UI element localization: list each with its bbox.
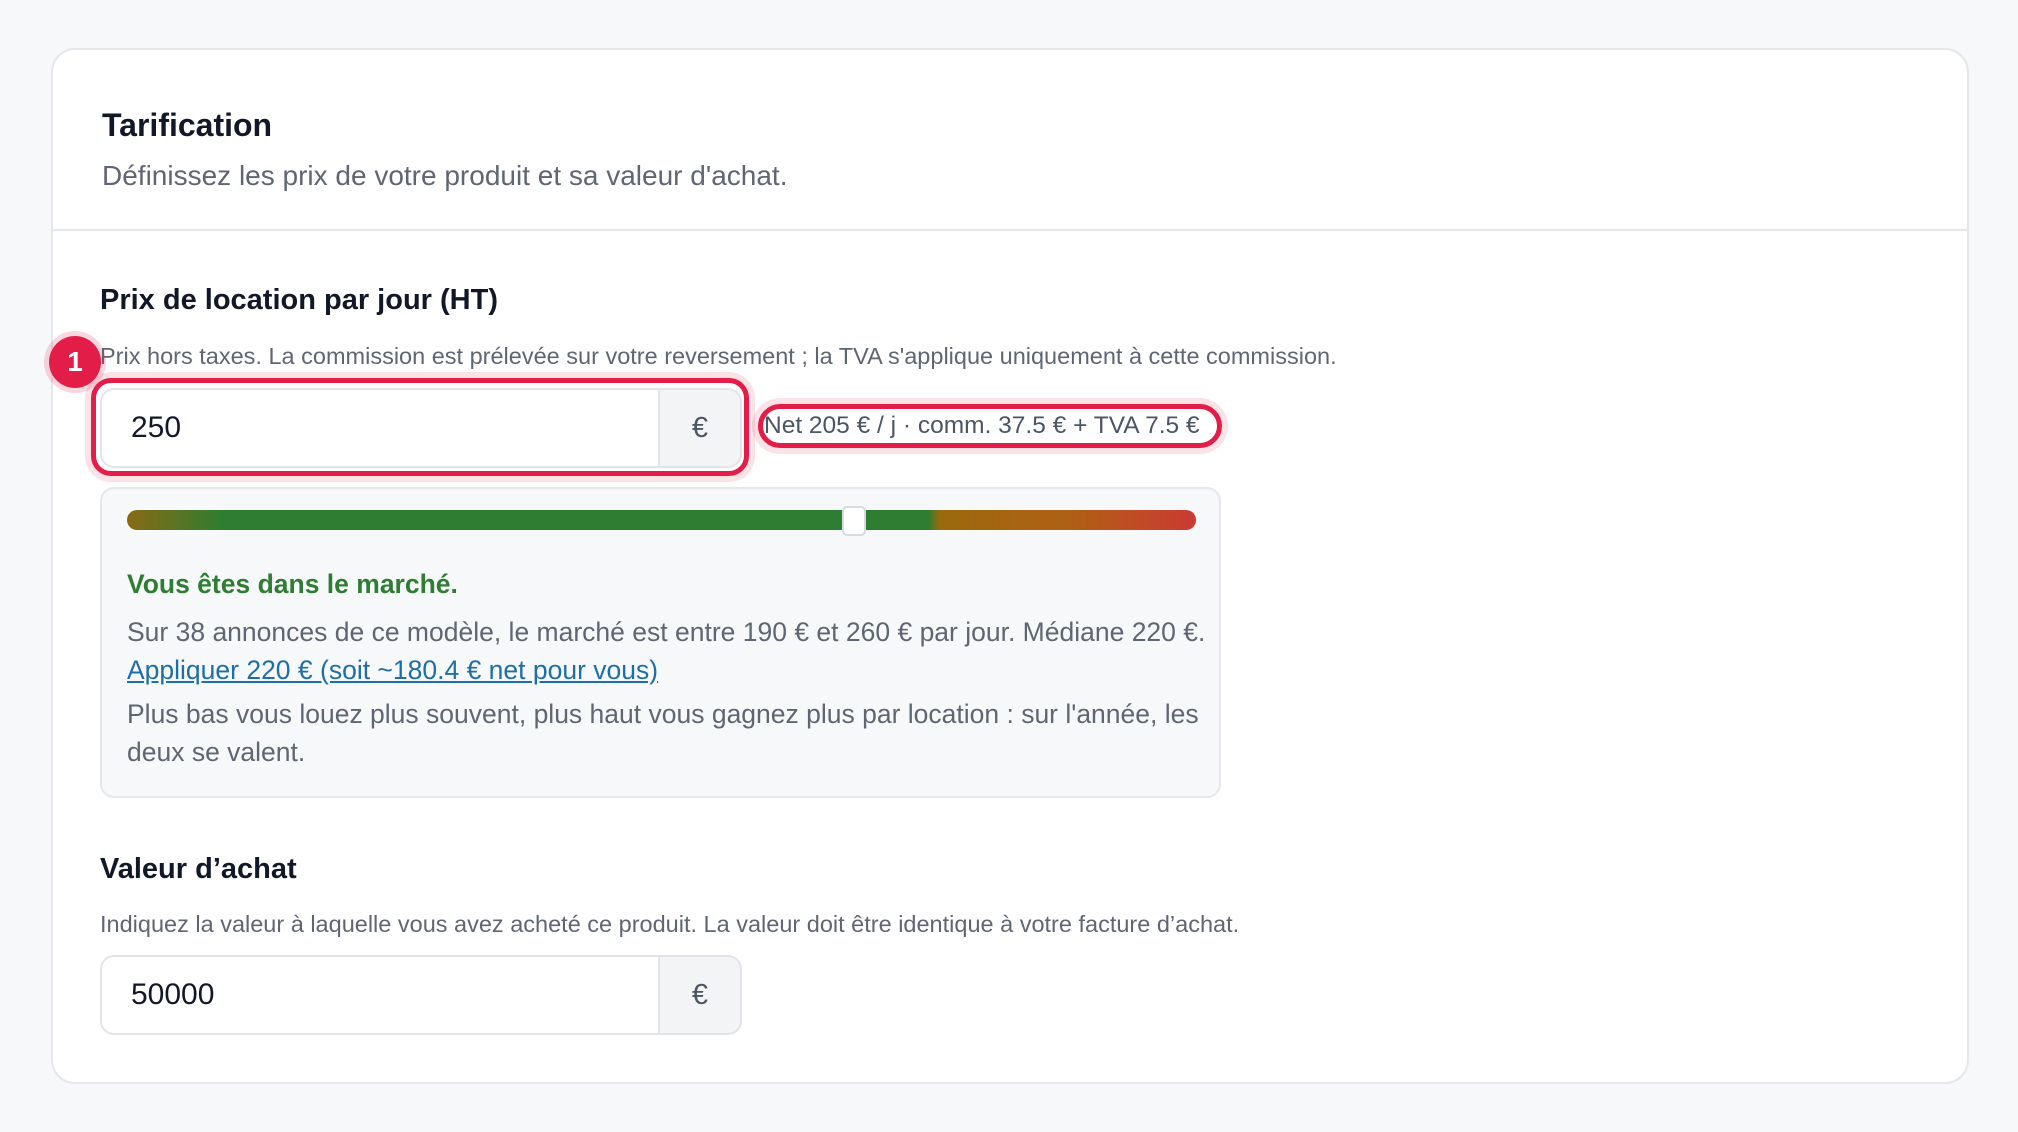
card-header: Tarification Définissez les prix de votr… <box>53 50 1967 231</box>
market-status: Vous êtes dans le marché. <box>127 569 458 599</box>
market-advice: Plus bas vous louez plus souvent, plus h… <box>127 699 1199 767</box>
market-summary: Sur 38 annonces de ce modèle, le marché … <box>127 613 1207 689</box>
market-summary-text: Sur 38 annonces de ce modèle, le marché … <box>127 617 1206 647</box>
purchase-value-hint-wrap: Indiquez la valeur à laquelle vous avez … <box>100 909 1239 939</box>
rental-price-currency-suffix: € <box>660 388 742 468</box>
rental-price-input[interactable]: 250 <box>100 388 660 468</box>
net-summary: Net 205 € / j · comm. 37.5 € + TVA 7.5 € <box>764 412 1200 439</box>
rental-price-label: Prix de location par jour (HT) <box>100 284 498 316</box>
purchase-value-label-wrap: Valeur d’achat <box>100 851 297 887</box>
rental-price-input-group: 250 € <box>100 388 742 468</box>
page-subtitle: Définissez les prix de votre produit et … <box>102 160 788 191</box>
purchase-value-input-group: 50000 € <box>100 955 742 1035</box>
purchase-value-input[interactable]: 50000 <box>100 955 660 1035</box>
annotation-badge: 1 <box>49 336 101 388</box>
page-title: Tarification <box>102 107 273 143</box>
rental-price-label-wrap: Prix de location par jour (HT) <box>100 282 498 318</box>
market-indicator-panel: Vous êtes dans le marché. Sur 38 annonce… <box>100 487 1221 798</box>
purchase-value-label: Valeur d’achat <box>100 853 297 885</box>
market-range-bar <box>127 510 1196 530</box>
rental-price-hint-wrap: Prix hors taxes. La commission est préle… <box>100 341 1337 371</box>
purchase-value-currency-suffix: € <box>660 955 742 1035</box>
market-position-thumb <box>841 506 866 536</box>
apply-median-price-link[interactable]: Appliquer 220 € (soit ~180.4 € net pour … <box>127 655 658 685</box>
purchase-value-hint: Indiquez la valeur à laquelle vous avez … <box>100 911 1240 937</box>
rental-price-hint: Prix hors taxes. La commission est préle… <box>100 343 1337 369</box>
